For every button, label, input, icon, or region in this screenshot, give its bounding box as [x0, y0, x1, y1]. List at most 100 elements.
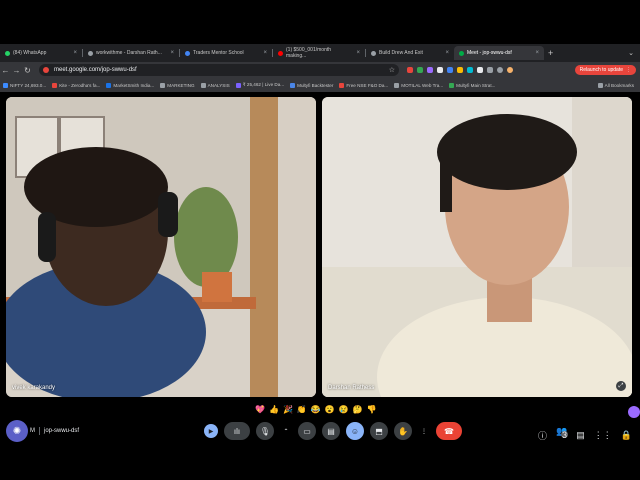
reload-icon[interactable]: ↻ [22, 66, 33, 75]
more-options-icon[interactable]: ⋮ [418, 425, 430, 437]
tab-youtube[interactable]: (1) $500_001/month making... × [273, 46, 365, 60]
close-icon[interactable]: × [352, 50, 360, 56]
bookmark-item[interactable]: NIFTY 24,693.0... [0, 82, 49, 88]
activities-icon[interactable]: ⋮⋮ [594, 430, 612, 441]
clap-reaction[interactable]: 👏 [297, 405, 307, 415]
thumbs-down-reaction[interactable]: 👎 [367, 405, 377, 415]
forward-icon[interactable]: → [11, 66, 22, 75]
bookmark-item[interactable]: Multyfi Main Strat... [446, 82, 498, 88]
microphone-button[interactable]: 🎙 [256, 422, 274, 440]
close-icon[interactable]: × [259, 50, 267, 56]
all-bookmarks[interactable]: All Bookmarks [595, 82, 640, 88]
chevron-up-icon[interactable]: ⌃ [280, 425, 292, 437]
party-reaction[interactable]: 🎉 [283, 405, 293, 415]
audio-settings-button[interactable]: ılı [224, 422, 250, 440]
present-button[interactable]: ⬒ [370, 422, 388, 440]
puzzle-icon[interactable] [477, 67, 483, 73]
leave-call-button[interactable]: ☎ [436, 422, 462, 440]
bookmark-icon [52, 82, 58, 88]
extension-icon[interactable] [467, 67, 473, 73]
reactions-bar: 💖 👍 🎉 👏 😂 😮 😢 🤔 👎 [255, 404, 377, 416]
present-indicator-icon[interactable]: ▶ [204, 424, 218, 438]
phone-hangup-icon: ☎ [444, 426, 454, 436]
close-icon[interactable]: × [69, 50, 77, 56]
bookmark-star-icon[interactable]: ☆ [389, 66, 395, 74]
participant-name: vivek karakandy [12, 385, 56, 391]
bookmark-folder[interactable]: MARKETING [157, 82, 197, 88]
bookmark-item[interactable]: ₹ 25,462 | Live Da... [233, 82, 287, 88]
close-icon[interactable]: × [166, 50, 174, 56]
tab-label: workwithme - Darshan Rath... [96, 50, 162, 56]
tab-whatsapp[interactable]: (84) WhatsApp × [0, 46, 82, 60]
participant-count-badge: 3 [561, 429, 569, 440]
folder-icon [597, 82, 603, 88]
info-icon[interactable]: ⓘ [538, 429, 547, 442]
bookmark-item[interactable]: Free NSE F&O Da... [336, 82, 391, 88]
tab-workwithme[interactable]: workwithme - Darshan Rath... × [83, 46, 179, 60]
tab-meet[interactable]: Meet - jop-swwu-dsf × [454, 46, 544, 60]
heart-reaction[interactable]: 💖 [255, 405, 265, 415]
folder-icon [200, 82, 206, 88]
extension-icon[interactable] [427, 67, 433, 73]
relaunch-label: Relaunch to update [579, 67, 623, 73]
extension-icon[interactable] [407, 67, 413, 73]
bookmarks-bar: NIFTY 24,693.0... Kite - Zerodha's fa...… [0, 78, 640, 92]
extension-icon[interactable] [457, 67, 463, 73]
thinking-reaction[interactable]: 🤔 [353, 405, 363, 415]
bookmark-item[interactable]: MOTILAL Web Tra... [391, 82, 446, 88]
bookmark-item[interactable]: MarketSmith India... [103, 82, 157, 88]
participant-video-right [322, 97, 632, 397]
side-panel-toggle[interactable] [628, 406, 640, 418]
bookmark-label: All Bookmarks [604, 82, 634, 88]
extension-icon[interactable] [447, 67, 453, 73]
meeting-code: jop-swwu-dsf [44, 428, 80, 434]
kebab-icon[interactable]: ⋮ [626, 67, 631, 73]
download-icon[interactable] [497, 67, 503, 73]
meet-icon [459, 50, 464, 56]
extension-icon[interactable] [417, 67, 423, 73]
bookmark-icon [394, 82, 400, 88]
page-icon [371, 50, 376, 56]
pin-icon[interactable]: ⤢ [616, 381, 626, 391]
site-info-icon[interactable] [43, 67, 49, 73]
chat-icon[interactable]: ▤ [576, 430, 585, 441]
call-controls: ▶ ılı 🎙 ⌃ ▭ ▤ ☺ ⬒ ✋ ⋮ ☎ [204, 422, 462, 440]
surprised-reaction[interactable]: 😮 [325, 405, 335, 415]
close-icon[interactable]: × [531, 50, 539, 56]
thumbs-up-reaction[interactable]: 👍 [269, 405, 279, 415]
close-icon[interactable]: × [441, 50, 449, 56]
tab-search-icon[interactable] [487, 67, 493, 73]
tab-label: (1) $500_001/month making... [286, 47, 332, 59]
back-icon[interactable]: ← [0, 66, 11, 75]
raise-hand-button[interactable]: ✋ [394, 422, 412, 440]
lock-icon[interactable]: 🔒 [621, 430, 632, 441]
emoji-button[interactable]: ☺ [346, 422, 364, 440]
bookmark-label: Kite - Zerodha's fa... [59, 82, 101, 88]
bookmark-item[interactable]: Kite - Zerodha's fa... [49, 82, 103, 88]
address-bar[interactable]: meet.google.com/jop-swwu-dsf ☆ [39, 64, 399, 76]
plus-icon[interactable]: + [548, 48, 553, 58]
hand-icon: ✋ [398, 426, 408, 436]
bookmark-icon [3, 82, 8, 88]
bookmark-item[interactable]: Multyfi Backtester [287, 82, 336, 88]
people-icon[interactable]: 👥3 [556, 426, 569, 444]
sad-reaction[interactable]: 😢 [339, 405, 349, 415]
camera-button[interactable]: ▭ [298, 422, 316, 440]
bookmark-icon [449, 82, 455, 88]
url-text: meet.google.com/jop-swwu-dsf [54, 67, 137, 73]
bookmark-folder[interactable]: ANALYSIS [198, 82, 233, 88]
chevron-down-icon[interactable]: ⌄ [628, 49, 640, 57]
extension-icon[interactable] [437, 67, 443, 73]
relaunch-button[interactable]: Relaunch to update ⋮ [574, 65, 636, 75]
gear-icon[interactable]: ✺ [6, 420, 28, 442]
bookmark-icon [235, 82, 241, 88]
captions-button[interactable]: ▤ [322, 422, 340, 440]
participant-tile-right[interactable]: Darshan Rathess ⤢ [322, 97, 632, 397]
tab-build-drew[interactable]: Build Drew And Exit × [366, 46, 454, 60]
participant-tile-left[interactable]: vivek karakandy [6, 97, 316, 397]
avatar[interactable] [507, 67, 513, 73]
bookmark-label: MARKETING [167, 82, 195, 88]
tab-traders-mentor[interactable]: Traders Mentor School × [180, 46, 272, 60]
camera-icon: ▭ [303, 426, 311, 436]
laugh-reaction[interactable]: 😂 [311, 405, 321, 415]
